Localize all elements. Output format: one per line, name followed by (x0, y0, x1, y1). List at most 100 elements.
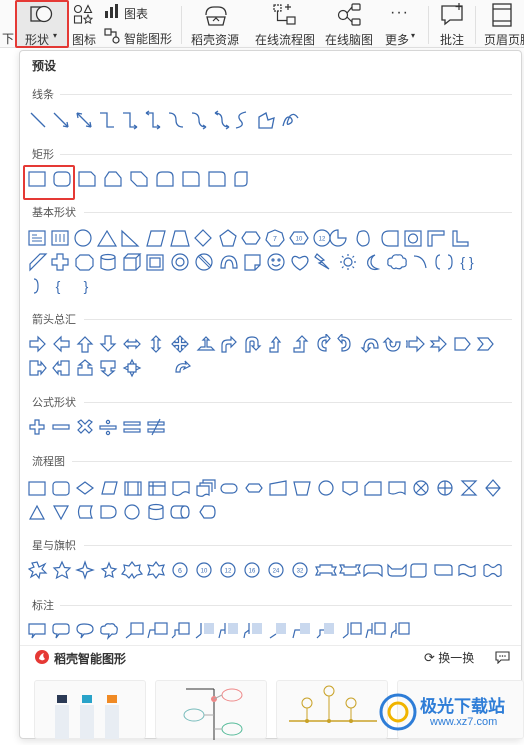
left-arrow-callout-shape[interactable] (52, 360, 70, 376)
accent-border-callout-3-shape[interactable] (390, 622, 410, 639)
bevel-shape[interactable] (146, 254, 164, 271)
flowchart-card-shape[interactable] (364, 481, 382, 496)
flowchart-punched-tape-shape[interactable] (388, 481, 406, 496)
round-diagonal-rectangle-shape[interactable] (234, 171, 248, 187)
stars-banners-grid[interactable]: 6 10 12 16 24 32 (28, 560, 512, 582)
right-arrow-shape[interactable] (29, 335, 46, 353)
docer-resources-button[interactable]: 稻壳资源 (188, 0, 244, 48)
left-right-up-arrow-shape[interactable] (196, 336, 216, 351)
flowchart-offpage-connector-shape[interactable] (342, 481, 358, 496)
left-right-arrow-shape[interactable] (123, 338, 141, 350)
smiley-face-shape[interactable] (267, 253, 285, 271)
half-frame-shape[interactable] (427, 230, 445, 247)
elbow-connector-shape[interactable] (100, 112, 114, 128)
dodecagon-shape[interactable]: 12 (313, 229, 331, 247)
star-16-point-badge[interactable]: 16 (244, 562, 260, 578)
circular-arrow-shape[interactable] (175, 360, 192, 373)
arrow-line-shape[interactable] (53, 112, 69, 128)
chart-button[interactable]: 图表 (102, 0, 162, 24)
curve-shape[interactable] (235, 111, 247, 129)
flowchart-grid-row-2[interactable] (28, 502, 228, 524)
seven-point-star-shape[interactable] (120, 561, 144, 580)
flowchart-collate-shape[interactable] (460, 480, 478, 496)
accent-callout-1-shape[interactable] (195, 623, 214, 639)
explosion-shape[interactable] (28, 561, 48, 580)
accent-callout-2-shape[interactable] (218, 623, 238, 639)
block-arc-shape[interactable] (220, 255, 238, 269)
chord-shape[interactable] (356, 230, 370, 247)
flowchart-manual-operation-shape[interactable] (293, 481, 311, 496)
basic-shapes-grid-row-3[interactable]: { } (28, 276, 148, 298)
flowchart-multidocument-shape[interactable] (196, 479, 216, 497)
curved-double-arrow-shape[interactable] (214, 110, 230, 130)
multiply-shape[interactable] (77, 419, 93, 434)
callout-no-border-3-shape[interactable] (316, 623, 334, 639)
flowchart-alternate-process-shape[interactable] (52, 481, 70, 496)
snip-diagonal-rectangle-shape[interactable] (130, 171, 148, 187)
accent-callout-3-shape[interactable] (243, 623, 262, 639)
frame-shape[interactable] (404, 230, 422, 247)
flowchart-connector-shape[interactable] (318, 480, 334, 496)
folded-corner-shape[interactable] (244, 254, 261, 271)
callouts-grid[interactable] (28, 620, 512, 642)
double-arrow-line-shape[interactable] (76, 112, 92, 128)
decagon-shape[interactable]: 10 (289, 231, 309, 245)
curved-ribbon-up-shape[interactable] (363, 564, 383, 578)
oval-callout-shape[interactable] (76, 623, 94, 639)
flowchart-stored-data-shape[interactable] (77, 505, 93, 519)
elbow-arrow-connector-shape[interactable] (123, 112, 138, 130)
heart-shape[interactable] (291, 255, 309, 271)
icons-button[interactable]: 图标 (72, 0, 104, 48)
freeform-shape[interactable] (258, 112, 275, 129)
basic-shapes-grid-row-1[interactable]: 7 10 12 (28, 228, 512, 250)
flowchart-summing-junction-shape[interactable] (413, 480, 429, 496)
star-shape[interactable] (100, 561, 118, 579)
arrows-grid-row-2[interactable] (28, 358, 228, 380)
curved-down-arrow-shape[interactable] (382, 337, 401, 352)
star-12-point-badge[interactable]: 12 (220, 562, 236, 578)
arc-shape[interactable] (413, 255, 427, 269)
smart-shape-thumbnail[interactable] (155, 680, 267, 740)
ribbon-up-shape[interactable] (339, 564, 361, 576)
chevron-shape[interactable] (476, 337, 494, 351)
hexagon-shape[interactable] (241, 231, 261, 245)
horizontal-scroll-shape[interactable] (434, 564, 453, 576)
line-shape[interactable] (30, 112, 46, 128)
down-arrow-callout-shape[interactable] (100, 360, 116, 377)
round-same-side-rectangle-shape[interactable] (156, 171, 174, 187)
left-up-arrow-shape[interactable] (269, 336, 282, 353)
striped-right-arrow-shape[interactable] (406, 335, 425, 353)
cloud-callout-shape[interactable] (100, 623, 118, 640)
left-arrow-shape[interactable] (53, 335, 70, 353)
pentagon-shape[interactable] (219, 229, 237, 247)
vertical-scroll-shape[interactable] (410, 563, 427, 578)
curved-ribbon-down-shape[interactable] (387, 563, 407, 577)
basic-shapes-grid-row-2[interactable]: { } (28, 252, 512, 274)
flowchart-preparation-shape[interactable] (245, 483, 263, 493)
scribble-shape[interactable] (282, 113, 299, 127)
pentagon-arrow-shape[interactable] (454, 337, 471, 351)
lightning-bolt-shape[interactable] (314, 253, 330, 270)
online-mindmap-button[interactable]: 在线脑图 (322, 0, 378, 48)
can-shape[interactable] (100, 253, 116, 271)
more-button[interactable]: ··· 更多 ▾ (382, 0, 422, 48)
bent-arrow-shape[interactable] (221, 335, 237, 353)
parallelogram-shape[interactable] (146, 230, 166, 247)
flowchart-delay-shape[interactable] (100, 505, 117, 519)
smart-shape-button[interactable]: 智能图形 (102, 24, 178, 48)
flowchart-terminator-shape[interactable] (220, 483, 238, 494)
right-brace-shape[interactable]: } (84, 278, 89, 294)
flowchart-extract-shape[interactable] (28, 504, 46, 520)
flowchart-direct-access-storage-shape[interactable] (170, 505, 190, 519)
plaque-shape[interactable] (75, 254, 94, 271)
snip-round-rectangle-shape[interactable] (208, 171, 226, 187)
right-triangle-shape[interactable] (121, 229, 140, 247)
cut-off-item[interactable]: 下 (0, 0, 16, 48)
flowchart-grid-row-1[interactable] (28, 478, 512, 500)
arrows-grid-row-1[interactable] (28, 334, 512, 356)
line-callout-1-shape[interactable] (125, 622, 144, 639)
double-wave-shape[interactable] (483, 563, 502, 578)
diagonal-stripe-shape[interactable] (29, 253, 48, 272)
minus-shape[interactable] (52, 424, 70, 430)
quad-arrow-callout-shape[interactable] (122, 358, 142, 378)
